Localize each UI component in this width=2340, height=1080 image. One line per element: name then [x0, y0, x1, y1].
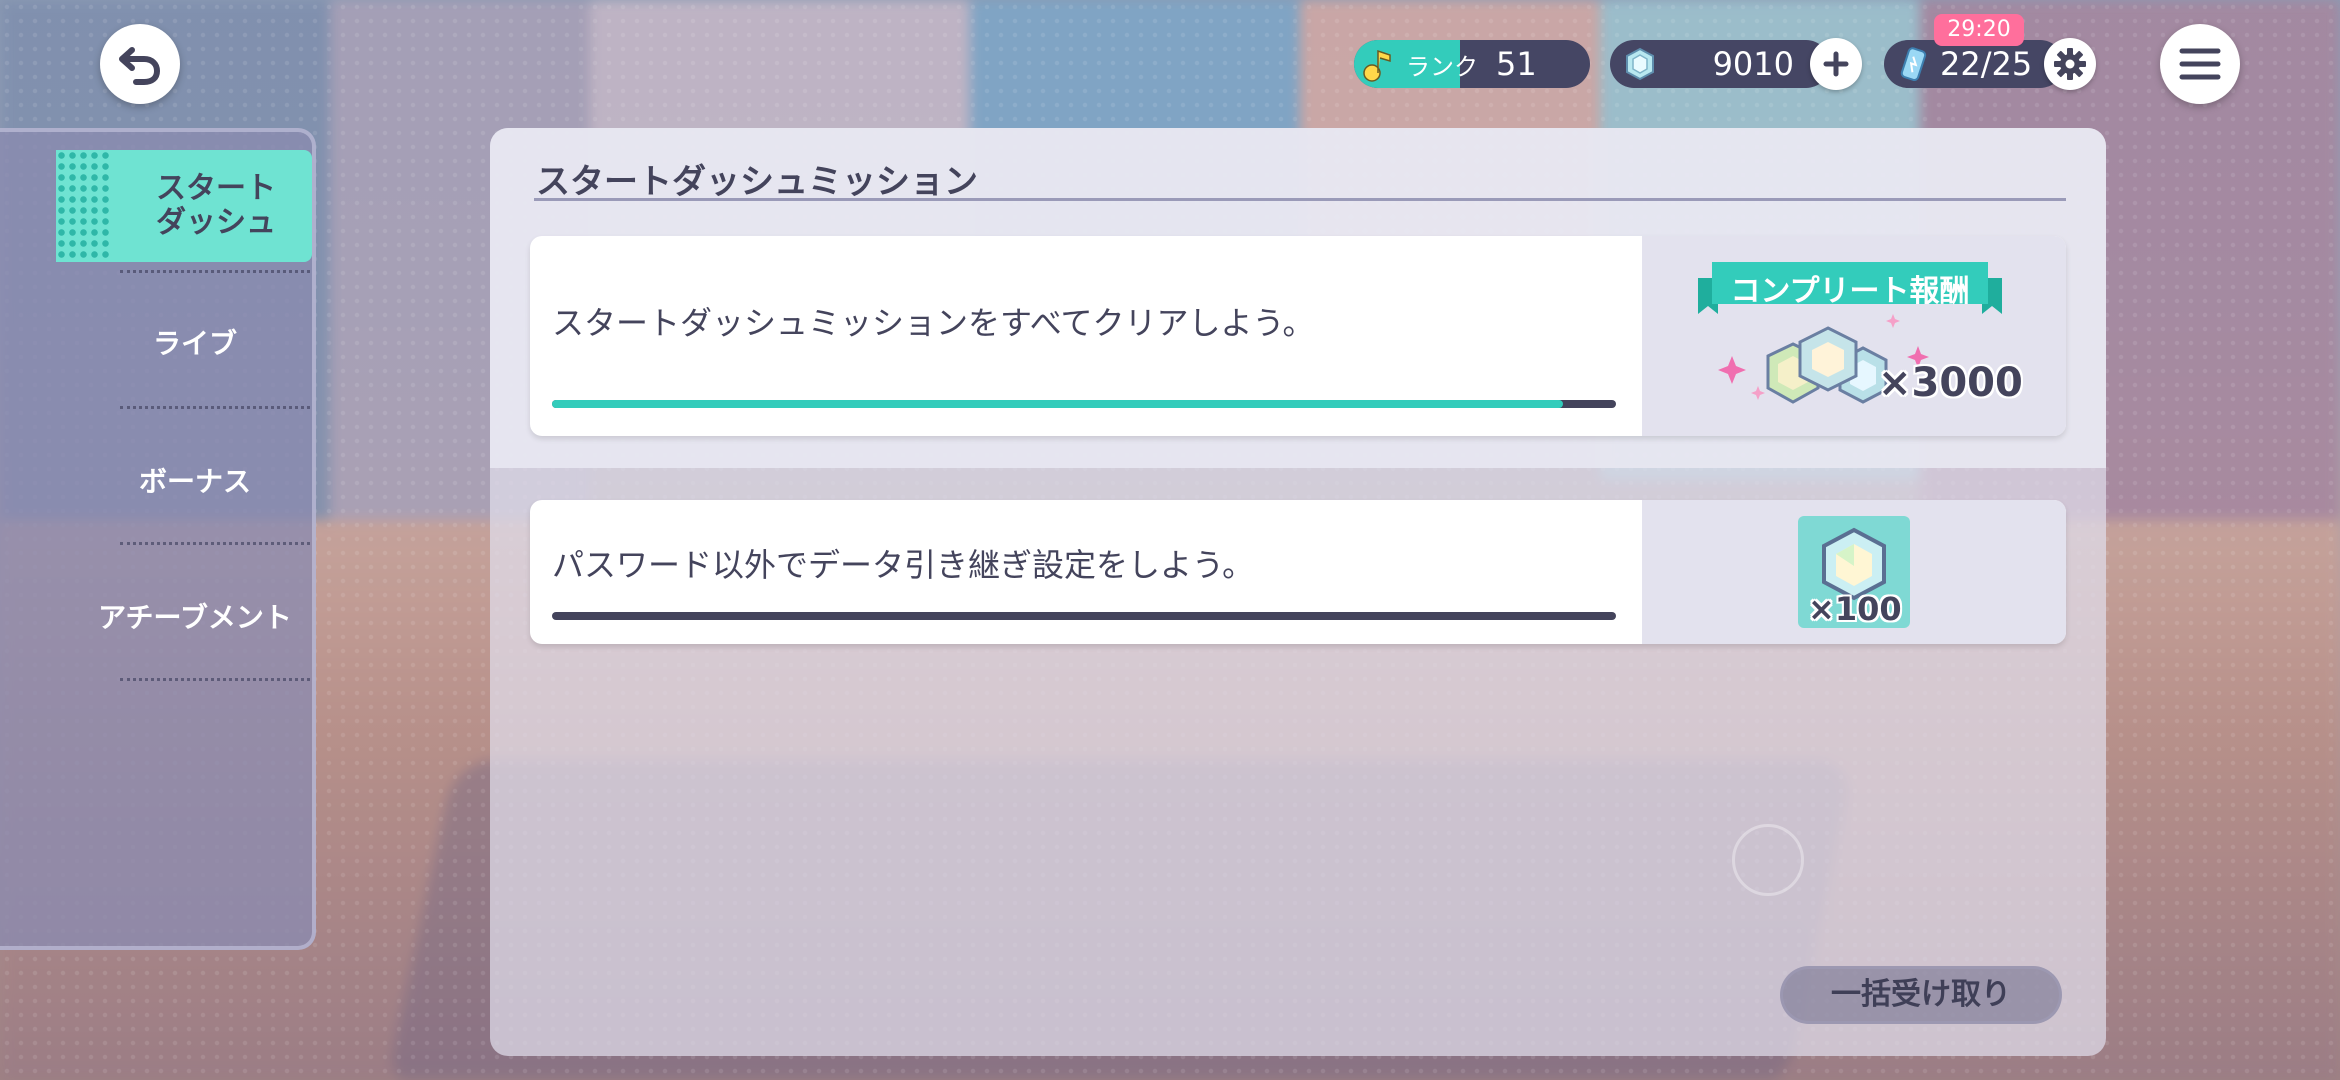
reward-quantity: ×100	[1808, 590, 1902, 628]
back-arrow-icon	[119, 47, 161, 85]
reward-item-tile: ×100	[1798, 516, 1910, 628]
sidebar-divider	[120, 542, 310, 545]
claim-all-button[interactable]: 一括受け取り	[1780, 966, 2062, 1024]
reward-quantity: ×3000	[1878, 360, 2023, 406]
energy-timer-badge: 29:20	[1934, 14, 2024, 46]
energy-value: 22/25	[1940, 45, 2033, 83]
sidebar-divider	[120, 270, 310, 273]
title-underline	[534, 198, 2066, 201]
sidebar-item-live[interactable]: ライブ	[100, 322, 290, 362]
complete-reward: コンプリート報酬 ×3000	[1642, 236, 2066, 436]
settings-button[interactable]	[2044, 38, 2096, 90]
mission-description: スタートダッシュミッションをすべてクリアしよう。	[552, 304, 1315, 342]
back-button[interactable]	[100, 24, 180, 104]
mission-progress-fill	[552, 400, 1563, 408]
decorative-dots	[56, 150, 112, 262]
rank-indicator: ランク 51	[1354, 40, 1590, 88]
sidebar-item-label: スタート ダッシュ	[136, 172, 296, 240]
touch-indicator	[1732, 824, 1804, 896]
rank-value: 51	[1496, 45, 1537, 83]
mission-card[interactable]: スタートダッシュミッションをすべてクリアしよう。 コンプリート報酬 ×3000	[530, 236, 2066, 436]
mission-description: パスワード以外でデータ引き継ぎ設定をしよう。	[552, 546, 1255, 584]
music-note-icon	[1354, 40, 1402, 88]
gem-icon	[1626, 47, 1654, 81]
sidebar-item-bonus[interactable]: ボーナス	[100, 460, 290, 500]
main-menu-button[interactable]	[2160, 24, 2240, 104]
rank-label: ランク	[1406, 52, 1478, 81]
mission-progress-bar	[552, 400, 1616, 408]
gear-icon	[2054, 48, 2086, 80]
gem-value: 9010	[1712, 45, 1794, 83]
hamburger-menu-icon	[2179, 48, 2221, 80]
mission-progress-bar	[552, 612, 1616, 620]
sidebar-item-start-dash[interactable]: スタート ダッシュ	[56, 150, 312, 262]
sidebar-item-label-text: スタート ダッシュ	[156, 171, 276, 240]
mission-card[interactable]: パスワード以外でデータ引き継ぎ設定をしよう。 ×100	[530, 500, 2066, 644]
mission-panel: スタートダッシュミッション スタートダッシュミッションをすべてクリアしよう。 コ…	[490, 128, 2106, 1056]
mission-reward: ×100	[1642, 500, 2066, 644]
energy-can-icon	[1900, 47, 1927, 82]
sidebar-divider	[120, 406, 310, 409]
sidebar-item-achievement[interactable]: アチーブメント	[90, 596, 300, 636]
buy-gems-button[interactable]	[1810, 38, 1862, 90]
page-title: スタートダッシュミッション	[536, 162, 978, 202]
sidebar-divider	[120, 678, 310, 681]
energy-counter: 22/25	[1884, 40, 2064, 88]
gem-counter: 9010	[1610, 40, 1830, 88]
plus-icon	[1823, 51, 1849, 77]
reward-ribbon-label: コンプリート報酬	[1730, 274, 1970, 309]
